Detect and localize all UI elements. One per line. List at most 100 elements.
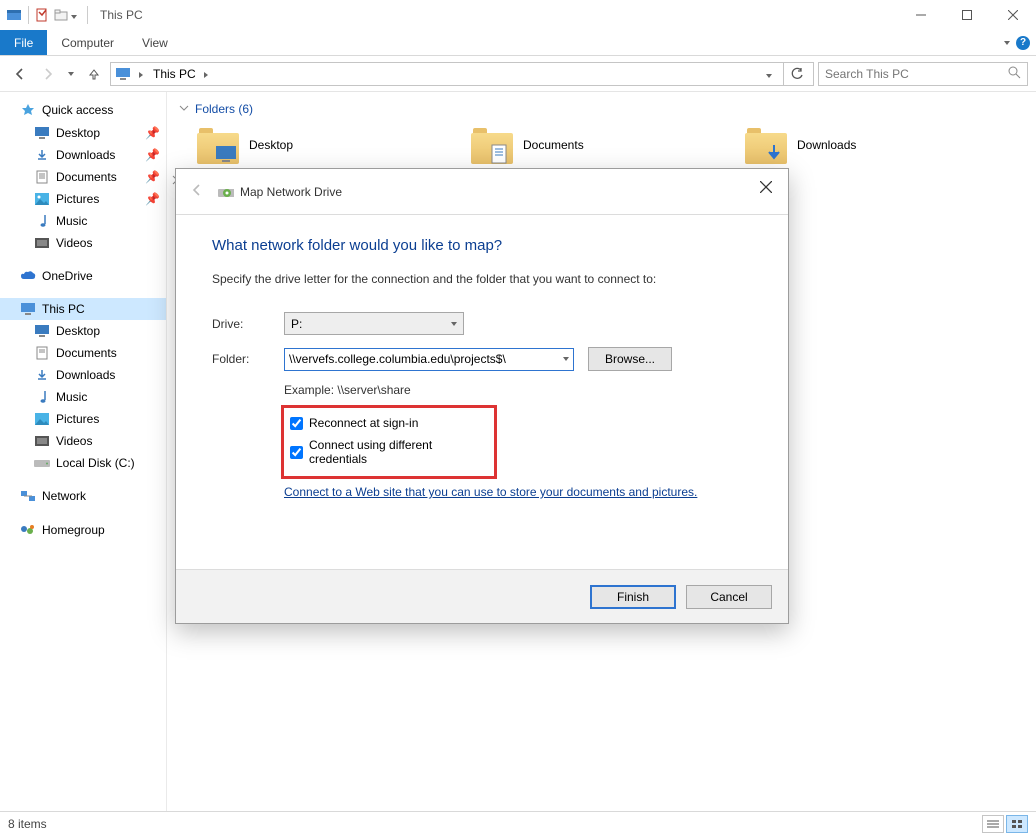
search-icon[interactable] xyxy=(1007,65,1021,82)
close-button[interactable] xyxy=(990,0,1036,30)
tree-item-videos[interactable]: Videos xyxy=(0,232,166,254)
tree-quick-access[interactable]: Quick access xyxy=(0,98,166,122)
dialog-close-button[interactable] xyxy=(756,177,776,197)
finish-button[interactable]: Finish xyxy=(590,585,676,609)
tree-item-downloads[interactable]: Downloads xyxy=(0,364,166,386)
tree-label: OneDrive xyxy=(42,269,93,283)
chevron-down-icon xyxy=(451,322,457,326)
dialog-back-button[interactable] xyxy=(190,183,208,200)
dialog-title: Map Network Drive xyxy=(240,185,342,199)
nav-recent-button[interactable] xyxy=(64,62,78,86)
ribbon-tab-computer[interactable]: Computer xyxy=(47,30,128,55)
tree-item-desktop[interactable]: Desktop📌 xyxy=(0,122,166,144)
ribbon-tab-view[interactable]: View xyxy=(128,30,182,55)
pin-icon: 📌 xyxy=(145,126,160,140)
status-items: 8 items xyxy=(8,817,47,831)
status-bar: 8 items xyxy=(0,811,1036,835)
nav-tree: Quick access Desktop📌 Downloads📌 Documen… xyxy=(0,92,166,811)
tree-label: Quick access xyxy=(42,103,113,117)
music-icon xyxy=(34,389,50,405)
homegroup-icon xyxy=(20,522,36,538)
map-network-drive-dialog: Map Network Drive What network folder wo… xyxy=(175,168,789,624)
tree-item-music[interactable]: Music xyxy=(0,386,166,408)
thispc-icon xyxy=(115,66,131,82)
reconnect-input[interactable] xyxy=(290,417,303,430)
documents-icon xyxy=(34,169,50,185)
folder-desktop[interactable]: Desktop xyxy=(197,126,407,164)
tree-onedrive[interactable]: OneDrive xyxy=(0,264,166,288)
highlighted-options: Reconnect at sign-in Connect using diffe… xyxy=(281,405,497,479)
maximize-button[interactable] xyxy=(944,0,990,30)
ribbon: File Computer View ? xyxy=(0,30,1036,56)
ribbon-expand-icon[interactable] xyxy=(1004,41,1010,45)
nav-up-button[interactable] xyxy=(82,62,106,86)
nav-bar: This PC xyxy=(0,56,1036,92)
drive-select[interactable]: P: xyxy=(284,312,464,335)
folder-icon xyxy=(197,126,239,164)
dialog-instruction: Specify the drive letter for the connect… xyxy=(212,272,752,286)
folder-label: Documents xyxy=(523,138,584,152)
pictures-icon xyxy=(34,191,50,207)
tree-item-pictures[interactable]: Pictures xyxy=(0,408,166,430)
videos-icon xyxy=(34,433,50,449)
group-header-folders[interactable]: Folders (6) xyxy=(179,98,1024,126)
cancel-button[interactable]: Cancel xyxy=(686,585,772,609)
nav-back-button[interactable] xyxy=(8,62,32,86)
reconnect-checkbox[interactable]: Reconnect at sign-in xyxy=(290,412,488,434)
search-box[interactable] xyxy=(818,62,1028,86)
folder-icon xyxy=(745,126,787,164)
downloads-icon xyxy=(34,147,50,163)
view-tiles-button[interactable] xyxy=(1006,815,1028,833)
refresh-button[interactable] xyxy=(783,62,809,86)
chevron-down-icon xyxy=(179,102,189,116)
help-icon[interactable]: ? xyxy=(1016,36,1030,50)
tree-item-pictures[interactable]: Pictures📌 xyxy=(0,188,166,210)
pictures-icon xyxy=(34,411,50,427)
qat-properties-icon[interactable] xyxy=(35,7,51,23)
tree-homegroup[interactable]: Homegroup xyxy=(0,518,166,542)
diffcreds-input[interactable] xyxy=(290,446,303,459)
folder-documents[interactable]: Documents xyxy=(471,126,681,164)
folder-label: Downloads xyxy=(797,138,856,152)
example-text: Example: \\server\share xyxy=(284,383,752,397)
diffcreds-checkbox[interactable]: Connect using different credentials xyxy=(290,434,488,470)
videos-icon xyxy=(34,235,50,251)
folder-downloads[interactable]: Downloads xyxy=(745,126,955,164)
tree-item-documents[interactable]: Documents xyxy=(0,342,166,364)
address-bar[interactable]: This PC xyxy=(110,62,814,86)
downloads-icon xyxy=(34,367,50,383)
tree-item-documents[interactable]: Documents📌 xyxy=(0,166,166,188)
file-tab[interactable]: File xyxy=(0,30,47,55)
address-dropdown-icon[interactable] xyxy=(761,67,777,81)
thispc-icon xyxy=(20,301,36,317)
network-icon xyxy=(20,488,36,504)
folder-label: Folder: xyxy=(212,352,284,366)
tree-item-videos[interactable]: Videos xyxy=(0,430,166,452)
window-title: This PC xyxy=(100,8,143,22)
qat-new-folder-icon[interactable] xyxy=(53,7,69,23)
view-details-button[interactable] xyxy=(982,815,1004,833)
music-icon xyxy=(34,213,50,229)
drive-label: Drive: xyxy=(212,317,284,331)
folder-icon xyxy=(471,126,513,164)
documents-icon xyxy=(34,345,50,361)
qat-customize-icon[interactable] xyxy=(71,8,81,22)
minimize-button[interactable] xyxy=(898,0,944,30)
folder-label: Desktop xyxy=(249,138,293,152)
nav-forward-button[interactable] xyxy=(36,62,60,86)
tree-item-desktop[interactable]: Desktop xyxy=(0,320,166,342)
search-input[interactable] xyxy=(825,67,1007,81)
tree-item-downloads[interactable]: Downloads📌 xyxy=(0,144,166,166)
pin-icon: 📌 xyxy=(145,170,160,184)
star-icon xyxy=(20,102,36,118)
desktop-icon xyxy=(34,323,50,339)
tree-this-pc[interactable]: This PC xyxy=(0,298,166,320)
tree-network[interactable]: Network xyxy=(0,484,166,508)
connect-website-link[interactable]: Connect to a Web site that you can use t… xyxy=(284,485,697,499)
dialog-heading: What network folder would you like to ma… xyxy=(212,237,752,254)
browse-button[interactable]: Browse... xyxy=(588,347,672,371)
tree-item-music[interactable]: Music xyxy=(0,210,166,232)
address-crumb[interactable]: This PC xyxy=(151,67,196,81)
folder-combobox[interactable]: \\vervefs.college.columbia.edu\projects$… xyxy=(284,348,574,371)
tree-item-localdisk[interactable]: Local Disk (C:) xyxy=(0,452,166,474)
